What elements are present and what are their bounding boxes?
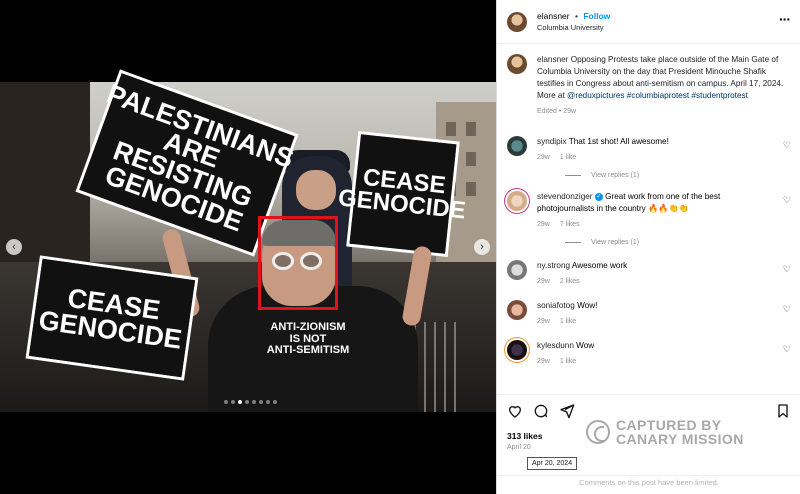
carousel-dot bbox=[245, 400, 249, 404]
shirt-slogan: ANTI-ZIONISM IS NOT ANTI-SEMITISM bbox=[248, 321, 368, 357]
comment-username[interactable]: soniafotog bbox=[537, 301, 575, 310]
carousel-dots bbox=[224, 400, 277, 404]
caption-username[interactable]: elansner bbox=[537, 55, 568, 64]
avatar[interactable] bbox=[507, 11, 527, 32]
comment-text: Wow! bbox=[577, 301, 598, 310]
watermark-line: CAPTURED BY bbox=[616, 417, 722, 433]
comment-username[interactable]: syndipix bbox=[537, 137, 567, 146]
comment-age: 29w bbox=[537, 221, 550, 228]
comment-text: Wow bbox=[576, 341, 595, 350]
heart-icon[interactable]: ♡ bbox=[783, 264, 791, 275]
watermark: CAPTURED BY CANARY MISSION bbox=[586, 418, 744, 446]
hashtag-link[interactable]: #columbiaprotest bbox=[627, 91, 689, 100]
shirt-line: ANTI-SEMITISM bbox=[266, 344, 350, 357]
face-highlight-box bbox=[258, 216, 338, 310]
watermark-logo-icon bbox=[586, 420, 610, 444]
comment-likes[interactable]: 1 like bbox=[560, 318, 576, 325]
follow-button[interactable]: Follow bbox=[583, 11, 610, 21]
comment-item: syndipix That 1st shot! All awesome! 29w… bbox=[507, 136, 791, 164]
sign-line: GENOCIDE bbox=[36, 305, 184, 355]
carousel-dot bbox=[273, 400, 277, 404]
chevron-right-icon[interactable]: › bbox=[474, 239, 490, 255]
separator: • bbox=[574, 11, 578, 21]
comment-item: stevendonziger ✓ Great work from one of … bbox=[507, 191, 791, 231]
comment-age: 29w bbox=[537, 154, 550, 161]
comment-username[interactable]: kylesdunn bbox=[537, 341, 574, 350]
avatar[interactable] bbox=[507, 191, 527, 211]
avatar[interactable] bbox=[507, 136, 527, 156]
heart-icon[interactable]: ♡ bbox=[783, 195, 791, 206]
avatar[interactable] bbox=[507, 340, 527, 360]
media-pane: PALESTINIANS ARE RESISTING GENOCIDE CEAS… bbox=[0, 0, 496, 494]
comment-age: 29w bbox=[537, 278, 550, 285]
share-icon[interactable] bbox=[559, 403, 575, 419]
shirt-line: ANTI-ZIONISM bbox=[270, 321, 346, 333]
carousel-dot bbox=[224, 400, 228, 404]
carousel-dot bbox=[266, 400, 270, 404]
avatar[interactable] bbox=[507, 54, 527, 74]
comment-text: That 1st shot! All awesome! bbox=[568, 137, 669, 146]
caption: elansner Opposing Protests take place ou… bbox=[507, 54, 791, 118]
sign-cease-left: CEASE GENOCIDE bbox=[25, 255, 199, 381]
view-replies-link[interactable]: View replies (1) bbox=[565, 172, 791, 179]
carousel-dot bbox=[259, 400, 263, 404]
chevron-left-icon[interactable]: ‹ bbox=[6, 239, 22, 255]
header-username[interactable]: elansner bbox=[537, 11, 570, 21]
verified-badge-icon: ✓ bbox=[594, 192, 603, 201]
mention-link[interactable]: @reduxpictures bbox=[567, 91, 624, 100]
comment-likes[interactable]: 7 likes bbox=[560, 221, 580, 228]
heart-icon[interactable]: ♡ bbox=[783, 140, 791, 151]
location-link[interactable]: Columbia University bbox=[537, 23, 610, 32]
sign-line: GENOCIDE bbox=[336, 184, 467, 225]
bookmark-icon[interactable] bbox=[775, 403, 791, 419]
view-replies-link[interactable]: View replies (1) bbox=[565, 239, 791, 246]
comment-item: kylesdunn Wow 29w 1 like ♡ bbox=[507, 340, 791, 368]
date-tooltip: Apr 20, 2024 bbox=[527, 457, 578, 470]
officer-face bbox=[296, 170, 336, 210]
comment-age: 29w bbox=[537, 318, 550, 325]
comments-limited-notice: Comments on this post have been limited. bbox=[497, 475, 800, 487]
comment-icon[interactable] bbox=[533, 403, 549, 419]
hashtag-link[interactable]: #studentprotest bbox=[691, 91, 747, 100]
carousel-dot bbox=[252, 400, 256, 404]
comment-item: ny.strong Awesome work 29w 2 likes ♡ bbox=[507, 260, 791, 288]
avatar[interactable] bbox=[507, 260, 527, 280]
heart-icon[interactable] bbox=[507, 403, 523, 419]
comment-likes[interactable]: 1 like bbox=[560, 358, 576, 365]
carousel-dot bbox=[231, 400, 235, 404]
comments-list[interactable]: elansner Opposing Protests take place ou… bbox=[497, 44, 800, 394]
comment-age: 29w bbox=[537, 358, 550, 365]
watermark-line: CANARY MISSION bbox=[616, 431, 744, 447]
comment-username[interactable]: stevendonziger bbox=[537, 192, 593, 201]
comment-item: soniafotog Wow! 29w 1 like ♡ bbox=[507, 300, 791, 328]
post-header: elansner • Follow Columbia University ··… bbox=[497, 0, 800, 44]
sign-cease-right: CEASE GENOCIDE bbox=[337, 130, 467, 258]
heart-icon[interactable]: ♡ bbox=[783, 304, 791, 315]
avatar[interactable] bbox=[507, 300, 527, 320]
comment-likes[interactable]: 2 likes bbox=[560, 278, 580, 285]
carousel-dot-active bbox=[238, 400, 242, 404]
heart-icon[interactable]: ♡ bbox=[783, 344, 791, 355]
comment-username[interactable]: ny.strong bbox=[537, 261, 570, 270]
more-options-icon[interactable]: ··· bbox=[779, 12, 791, 26]
caption-meta: Edited • 29w bbox=[537, 108, 577, 115]
comment-text: Awesome work bbox=[571, 261, 628, 270]
comment-likes[interactable]: 1 like bbox=[560, 154, 576, 161]
